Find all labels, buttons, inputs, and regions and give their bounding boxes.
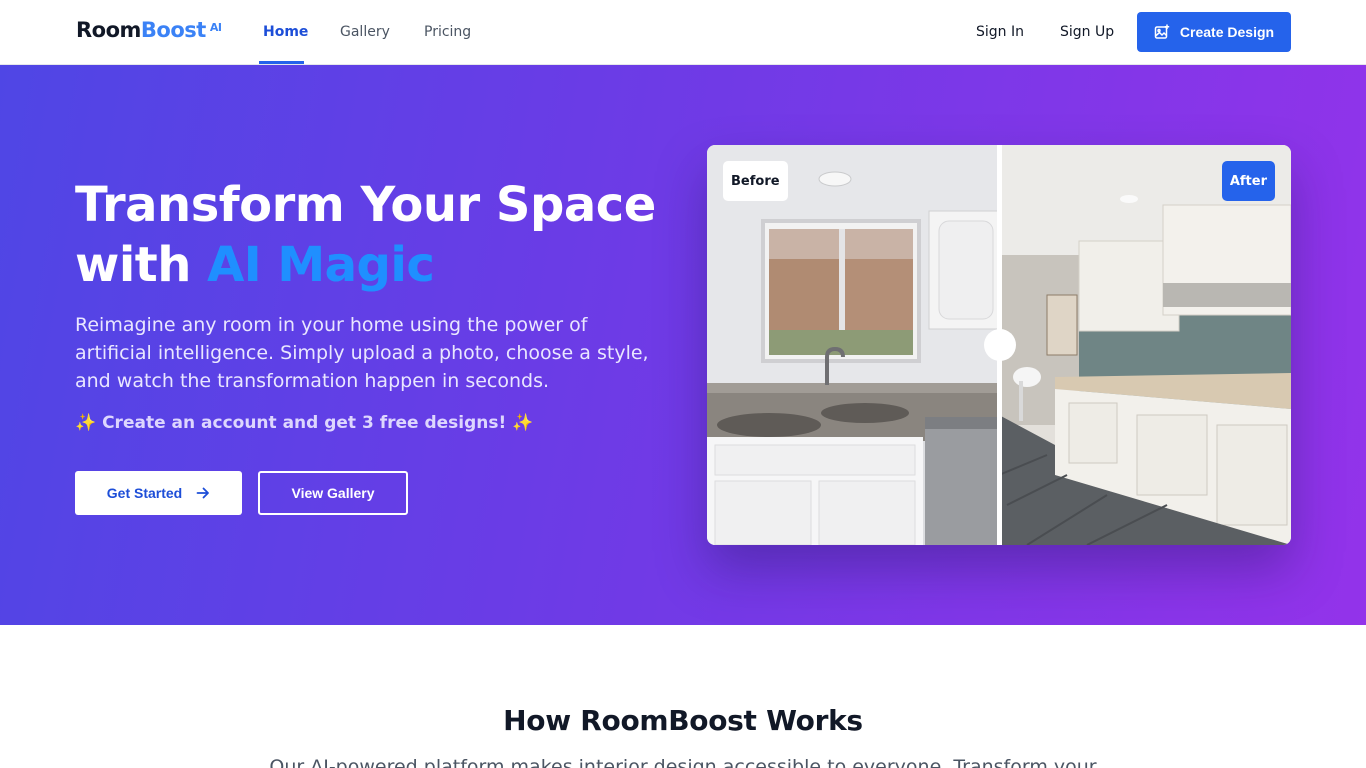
hero-promo: ✨ Create an account and get 3 free desig… bbox=[75, 413, 534, 433]
nav-pricing-link[interactable]: Pricing bbox=[424, 24, 471, 40]
after-label: After bbox=[1221, 161, 1275, 201]
nav-home-link[interactable]: Home bbox=[263, 24, 308, 40]
create-design-button[interactable]: Create Design bbox=[1137, 12, 1291, 52]
image-plus-icon bbox=[1154, 24, 1170, 39]
view-gallery-button[interactable]: View Gallery bbox=[258, 471, 408, 515]
sign-up-link[interactable]: Sign Up bbox=[1060, 24, 1114, 40]
hero-section: Transform Your Space with AI Magic Reima… bbox=[0, 65, 1366, 625]
nav-active-indicator bbox=[259, 61, 304, 64]
arrow-right-icon bbox=[196, 487, 210, 499]
comparison-slider-handle[interactable] bbox=[984, 329, 1016, 361]
sign-in-link[interactable]: Sign In bbox=[976, 24, 1024, 40]
get-started-button[interactable]: Get Started bbox=[75, 471, 242, 515]
how-it-works-subtitle: Our AI-powered platform makes interior d… bbox=[269, 756, 1097, 768]
how-it-works-title: How RoomBoost Works bbox=[503, 704, 863, 737]
brand-ai-badge: AI bbox=[209, 21, 222, 34]
before-label: Before bbox=[723, 161, 788, 201]
before-after-comparison[interactable]: Before After bbox=[707, 145, 1291, 545]
brand-room: Room bbox=[76, 18, 141, 42]
create-design-label: Create Design bbox=[1179, 24, 1275, 40]
brand-boost: Boost bbox=[140, 18, 206, 42]
hero-title-with: with bbox=[75, 237, 208, 293]
hero-title-accent: AI Magic bbox=[207, 237, 435, 293]
get-started-label: Get Started bbox=[106, 485, 183, 501]
hero-subtitle: Reimagine any room in your home using th… bbox=[75, 314, 649, 392]
brand-logo[interactable]: Room Boost AI bbox=[76, 18, 222, 42]
nav-gallery-link[interactable]: Gallery bbox=[340, 24, 390, 40]
hero-title-line1: Transform Your Space bbox=[75, 177, 656, 233]
navbar: Room Boost AI Home Gallery Pricing Sign In… bbox=[0, 0, 1366, 65]
hero-title: Transform Your Space with AI Magic bbox=[75, 175, 675, 295]
